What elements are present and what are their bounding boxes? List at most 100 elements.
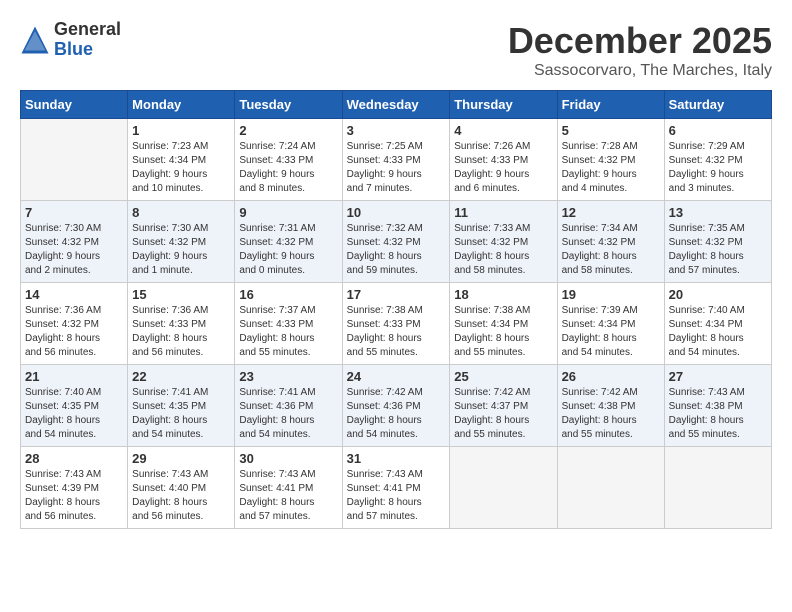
day-number: 21 bbox=[25, 369, 123, 384]
day-info: Sunrise: 7:41 AM Sunset: 4:36 PM Dayligh… bbox=[239, 386, 337, 442]
day-number: 26 bbox=[562, 369, 660, 384]
day-info: Sunrise: 7:23 AM Sunset: 4:34 PM Dayligh… bbox=[132, 140, 230, 196]
calendar-day-cell: 19 Sunrise: 7:39 AM Sunset: 4:34 PM Dayli… bbox=[557, 283, 664, 365]
calendar-day-cell: 8 Sunrise: 7:30 AM Sunset: 4:32 PM Daylig… bbox=[128, 201, 235, 283]
day-info: Sunrise: 7:42 AM Sunset: 4:38 PM Dayligh… bbox=[562, 386, 660, 442]
calendar-week-row: 21 Sunrise: 7:40 AM Sunset: 4:35 PM Dayli… bbox=[21, 365, 772, 447]
day-info: Sunrise: 7:33 AM Sunset: 4:32 PM Dayligh… bbox=[454, 222, 552, 278]
day-info: Sunrise: 7:40 AM Sunset: 4:34 PM Dayligh… bbox=[669, 304, 767, 360]
day-info: Sunrise: 7:24 AM Sunset: 4:33 PM Dayligh… bbox=[239, 140, 337, 196]
logo: General Blue bbox=[20, 20, 121, 60]
day-info: Sunrise: 7:26 AM Sunset: 4:33 PM Dayligh… bbox=[454, 140, 552, 196]
day-number: 20 bbox=[669, 287, 767, 302]
calendar-day-cell: 20 Sunrise: 7:40 AM Sunset: 4:34 PM Dayli… bbox=[664, 283, 771, 365]
day-number: 14 bbox=[25, 287, 123, 302]
day-number: 8 bbox=[132, 205, 230, 220]
calendar-week-row: 7Sunrise: 7:30 AM Sunset: 4:32 PM Daylig… bbox=[21, 201, 772, 283]
calendar-day-cell: 26 Sunrise: 7:42 AM Sunset: 4:38 PM Dayli… bbox=[557, 365, 664, 447]
logo-general-text: General bbox=[54, 20, 121, 40]
day-info: Sunrise: 7:36 AM Sunset: 4:32 PM Dayligh… bbox=[25, 304, 123, 360]
calendar-day-cell: 15Sunrise: 7:36 AM Sunset: 4:33 PM Dayli… bbox=[128, 283, 235, 365]
day-info: Sunrise: 7:37 AM Sunset: 4:33 PM Dayligh… bbox=[239, 304, 337, 360]
day-info: Sunrise: 7:38 AM Sunset: 4:34 PM Dayligh… bbox=[454, 304, 552, 360]
calendar-empty-cell bbox=[664, 447, 771, 529]
day-info: Sunrise: 7:39 AM Sunset: 4:34 PM Dayligh… bbox=[562, 304, 660, 360]
day-number: 1 bbox=[132, 123, 230, 138]
day-info: Sunrise: 7:28 AM Sunset: 4:32 PM Dayligh… bbox=[562, 140, 660, 196]
day-info: Sunrise: 7:43 AM Sunset: 4:39 PM Dayligh… bbox=[25, 468, 123, 524]
weekday-header-wednesday: Wednesday bbox=[342, 91, 450, 119]
weekday-header-tuesday: Tuesday bbox=[235, 91, 342, 119]
calendar-day-cell: 13 Sunrise: 7:35 AM Sunset: 4:32 PM Dayli… bbox=[664, 201, 771, 283]
day-number: 27 bbox=[669, 369, 767, 384]
day-info: Sunrise: 7:38 AM Sunset: 4:33 PM Dayligh… bbox=[347, 304, 446, 360]
calendar-day-cell: 3 Sunrise: 7:25 AM Sunset: 4:33 PM Daylig… bbox=[342, 119, 450, 201]
day-info: Sunrise: 7:43 AM Sunset: 4:41 PM Dayligh… bbox=[239, 468, 337, 524]
weekday-header-friday: Friday bbox=[557, 91, 664, 119]
calendar-day-cell: 23 Sunrise: 7:41 AM Sunset: 4:36 PM Dayli… bbox=[235, 365, 342, 447]
day-number: 5 bbox=[562, 123, 660, 138]
day-info: Sunrise: 7:30 AM Sunset: 4:32 PM Dayligh… bbox=[132, 222, 230, 278]
day-info: Sunrise: 7:31 AM Sunset: 4:32 PM Dayligh… bbox=[239, 222, 337, 278]
logo-blue-text: Blue bbox=[54, 40, 121, 60]
day-number: 28 bbox=[25, 451, 123, 466]
day-number: 13 bbox=[669, 205, 767, 220]
day-number: 2 bbox=[239, 123, 337, 138]
weekday-header-thursday: Thursday bbox=[450, 91, 557, 119]
day-number: 30 bbox=[239, 451, 337, 466]
day-number: 12 bbox=[562, 205, 660, 220]
calendar-day-cell: 21 Sunrise: 7:40 AM Sunset: 4:35 PM Dayli… bbox=[21, 365, 128, 447]
day-info: Sunrise: 7:32 AM Sunset: 4:32 PM Dayligh… bbox=[347, 222, 446, 278]
calendar-day-cell: 10Sunrise: 7:32 AM Sunset: 4:32 PM Dayli… bbox=[342, 201, 450, 283]
calendar-day-cell: 1 Sunrise: 7:23 AM Sunset: 4:34 PM Daylig… bbox=[128, 119, 235, 201]
day-number: 9 bbox=[239, 205, 337, 220]
day-number: 29 bbox=[132, 451, 230, 466]
calendar-week-row: 14 Sunrise: 7:36 AM Sunset: 4:32 PM Dayli… bbox=[21, 283, 772, 365]
calendar-day-cell: 6Sunrise: 7:29 AM Sunset: 4:32 PM Daylig… bbox=[664, 119, 771, 201]
day-number: 19 bbox=[562, 287, 660, 302]
day-number: 16 bbox=[239, 287, 337, 302]
calendar-day-cell: 27Sunrise: 7:43 AM Sunset: 4:38 PM Dayli… bbox=[664, 365, 771, 447]
calendar-empty-cell bbox=[21, 119, 128, 201]
calendar-header-row: SundayMondayTuesdayWednesdayThursdayFrid… bbox=[21, 91, 772, 119]
calendar-day-cell: 12Sunrise: 7:34 AM Sunset: 4:32 PM Dayli… bbox=[557, 201, 664, 283]
day-info: Sunrise: 7:42 AM Sunset: 4:37 PM Dayligh… bbox=[454, 386, 552, 442]
day-info: Sunrise: 7:43 AM Sunset: 4:40 PM Dayligh… bbox=[132, 468, 230, 524]
day-info: Sunrise: 7:35 AM Sunset: 4:32 PM Dayligh… bbox=[669, 222, 767, 278]
calendar-day-cell: 18 Sunrise: 7:38 AM Sunset: 4:34 PM Dayli… bbox=[450, 283, 557, 365]
day-info: Sunrise: 7:30 AM Sunset: 4:32 PM Dayligh… bbox=[25, 222, 123, 278]
calendar-week-row: 28 Sunrise: 7:43 AM Sunset: 4:39 PM Dayli… bbox=[21, 447, 772, 529]
day-number: 18 bbox=[454, 287, 552, 302]
weekday-header-sunday: Sunday bbox=[21, 91, 128, 119]
day-info: Sunrise: 7:41 AM Sunset: 4:35 PM Dayligh… bbox=[132, 386, 230, 442]
day-number: 15 bbox=[132, 287, 230, 302]
calendar-empty-cell bbox=[450, 447, 557, 529]
day-info: Sunrise: 7:40 AM Sunset: 4:35 PM Dayligh… bbox=[25, 386, 123, 442]
calendar-day-cell: 16 Sunrise: 7:37 AM Sunset: 4:33 PM Dayli… bbox=[235, 283, 342, 365]
day-info: Sunrise: 7:43 AM Sunset: 4:41 PM Dayligh… bbox=[347, 468, 446, 524]
calendar-day-cell: 30 Sunrise: 7:43 AM Sunset: 4:41 PM Dayli… bbox=[235, 447, 342, 529]
day-info: Sunrise: 7:25 AM Sunset: 4:33 PM Dayligh… bbox=[347, 140, 446, 196]
calendar-empty-cell bbox=[557, 447, 664, 529]
calendar-day-cell: 28 Sunrise: 7:43 AM Sunset: 4:39 PM Dayli… bbox=[21, 447, 128, 529]
calendar-day-cell: 29 Sunrise: 7:43 AM Sunset: 4:40 PM Dayli… bbox=[128, 447, 235, 529]
title-section: December 2025 Sassocorvaro, The Marches,… bbox=[508, 20, 772, 80]
calendar-day-cell: 17Sunrise: 7:38 AM Sunset: 4:33 PM Dayli… bbox=[342, 283, 450, 365]
day-number: 25 bbox=[454, 369, 552, 384]
weekday-header-monday: Monday bbox=[128, 91, 235, 119]
calendar-day-cell: 4 Sunrise: 7:26 AM Sunset: 4:33 PM Daylig… bbox=[450, 119, 557, 201]
calendar-day-cell: 5 Sunrise: 7:28 AM Sunset: 4:32 PM Daylig… bbox=[557, 119, 664, 201]
day-number: 11 bbox=[454, 205, 552, 220]
page-header: General Blue December 2025 Sassocorvaro,… bbox=[20, 20, 772, 80]
day-info: Sunrise: 7:42 AM Sunset: 4:36 PM Dayligh… bbox=[347, 386, 446, 442]
day-number: 23 bbox=[239, 369, 337, 384]
calendar-day-cell: 14 Sunrise: 7:36 AM Sunset: 4:32 PM Dayli… bbox=[21, 283, 128, 365]
day-info: Sunrise: 7:29 AM Sunset: 4:32 PM Dayligh… bbox=[669, 140, 767, 196]
calendar-day-cell: 24Sunrise: 7:42 AM Sunset: 4:36 PM Dayli… bbox=[342, 365, 450, 447]
day-number: 3 bbox=[347, 123, 446, 138]
calendar-week-row: 1 Sunrise: 7:23 AM Sunset: 4:34 PM Daylig… bbox=[21, 119, 772, 201]
location-title: Sassocorvaro, The Marches, Italy bbox=[508, 62, 772, 80]
calendar-day-cell: 22Sunrise: 7:41 AM Sunset: 4:35 PM Dayli… bbox=[128, 365, 235, 447]
logo-text: General Blue bbox=[54, 20, 121, 60]
day-number: 4 bbox=[454, 123, 552, 138]
